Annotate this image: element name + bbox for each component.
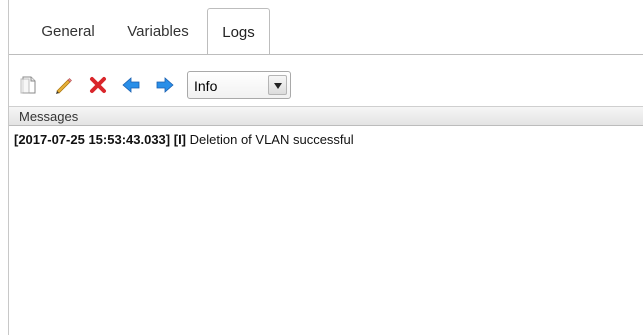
log-entry: [2017-07-25 15:53:43.033] [I] Deletion o…	[14, 132, 354, 147]
edit-button[interactable]	[53, 75, 73, 95]
messages-header-label: Messages	[19, 109, 79, 124]
red-x-delete-icon	[90, 77, 106, 93]
back-button[interactable]	[121, 75, 141, 95]
tab-variables[interactable]: Variables	[115, 8, 201, 54]
dropdown-button[interactable]	[268, 75, 287, 95]
new-document-icon	[20, 76, 36, 94]
tab-logs[interactable]: Logs	[207, 8, 270, 55]
log-level-tag: [I]	[173, 132, 187, 147]
panel-left-border	[8, 0, 9, 335]
pencil-edit-icon	[56, 78, 72, 94]
forward-button[interactable]	[155, 75, 175, 95]
tab-general[interactable]: General	[26, 8, 110, 54]
delete-button[interactable]	[88, 75, 108, 95]
arrow-left-icon	[122, 77, 140, 93]
log-level-value: Info	[194, 78, 218, 94]
log-timestamp: [2017-07-25 15:53:43.033]	[14, 132, 171, 147]
messages-column-header: Messages	[9, 106, 643, 126]
new-button[interactable]	[18, 75, 38, 95]
log-level-select[interactable]: Info	[187, 71, 291, 99]
arrow-right-icon	[156, 77, 174, 93]
tab-strip-divider	[9, 54, 643, 55]
chevron-down-icon	[274, 83, 282, 89]
log-message: Deletion of VLAN successful	[189, 132, 354, 147]
